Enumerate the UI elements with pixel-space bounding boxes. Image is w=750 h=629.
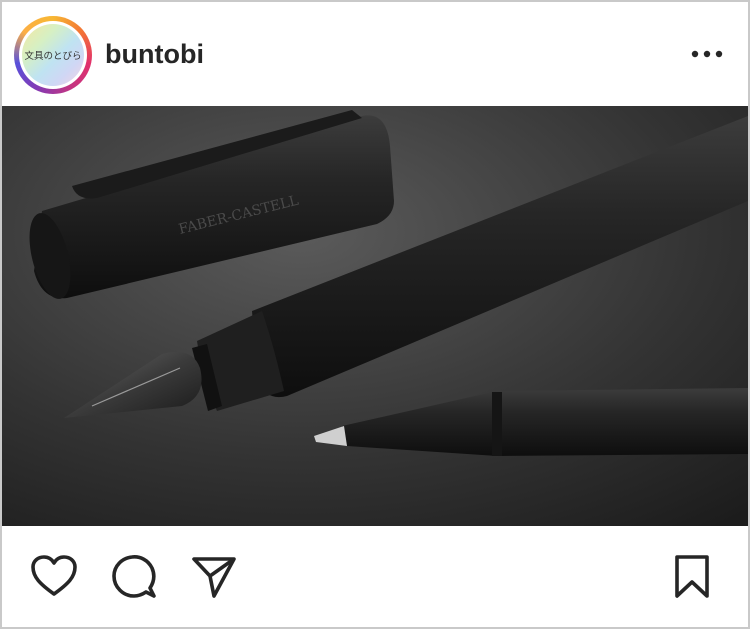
post-header: 文具のとびら buntobi bbox=[2, 2, 748, 106]
bookmark-icon[interactable] bbox=[672, 554, 712, 600]
post-actions bbox=[2, 526, 748, 627]
post-image[interactable]: FABER-CASTELL bbox=[2, 106, 748, 526]
send-icon[interactable] bbox=[190, 554, 238, 600]
avatar[interactable]: 文具のとびら bbox=[14, 16, 92, 94]
comment-icon[interactable] bbox=[110, 554, 158, 600]
instagram-post-card: 文具のとびら buntobi FABER-CASTELL bbox=[0, 0, 750, 629]
avatar-image: 文具のとびら bbox=[22, 24, 84, 86]
more-horizontal-icon[interactable] bbox=[688, 42, 728, 66]
heart-icon[interactable] bbox=[30, 554, 78, 598]
pens-illustration: FABER-CASTELL bbox=[2, 106, 748, 526]
username[interactable]: buntobi bbox=[105, 39, 204, 70]
avatar-text: 文具のとびら bbox=[24, 51, 82, 62]
avatar-inner: 文具のとびら bbox=[19, 21, 87, 89]
